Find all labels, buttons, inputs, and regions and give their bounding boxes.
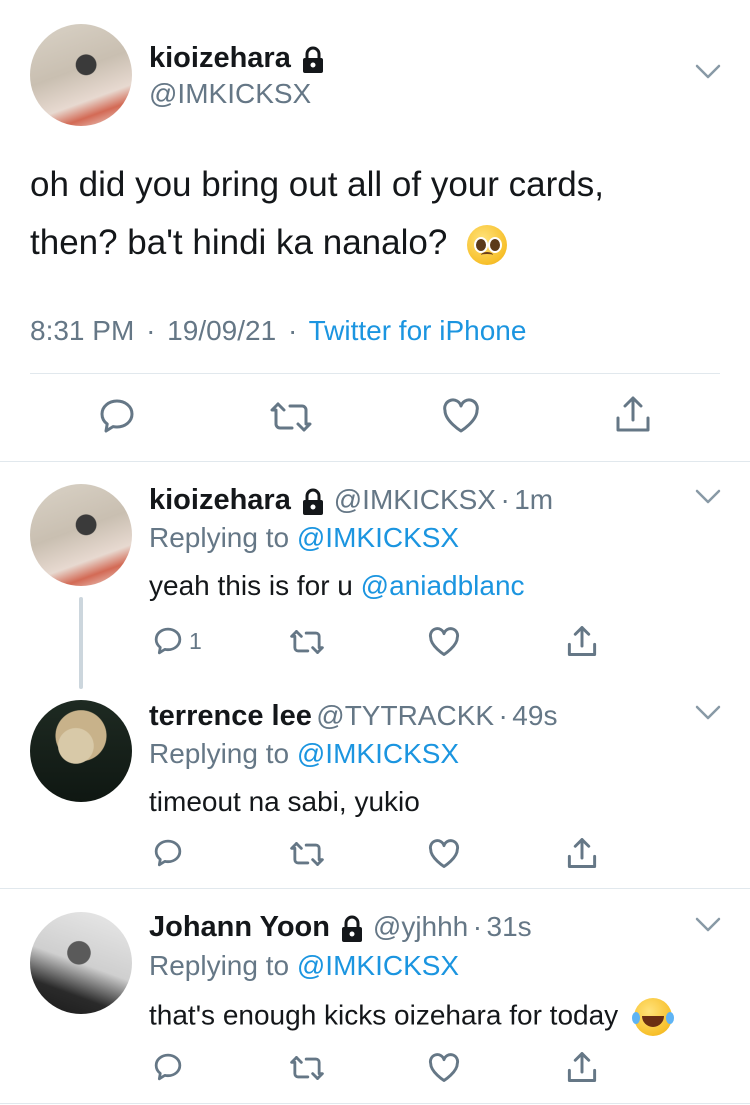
separator: · [472,911,483,942]
mention-link[interactable]: @aniadblanc [361,570,525,601]
reply-icon[interactable] [98,397,136,435]
lock-icon [301,46,325,79]
reply-icon[interactable] [153,838,183,868]
like-icon[interactable] [442,398,480,434]
reply-icon[interactable] [153,626,183,656]
replying-to: Replying to @IMKICKSX [149,950,459,982]
tweet-meta: 8:31 PM · 19/09/21 · Twitter for iPhone [30,315,526,347]
lock-icon [340,915,364,948]
reply-icon[interactable] [153,1052,183,1082]
like-icon[interactable] [428,627,460,657]
divider [0,888,750,889]
replying-to-label: Replying to [149,522,290,553]
replying-to-label: Replying to [149,738,290,769]
tweet-text-line1: oh did you bring out all of your cards, [30,165,604,204]
separator: · [287,315,298,346]
reply-text: that's enough kicks oizehara for today [149,998,674,1036]
avatar[interactable] [30,484,132,586]
tweet-text-line2-content: then? ba't hindi ka nanalo? [30,223,448,262]
reply-text-content: that's enough kicks oizehara for today [149,999,619,1031]
share-icon[interactable] [566,624,598,658]
display-name[interactable]: Johann Yoon [149,911,330,943]
handle[interactable]: @TYTRACKK [316,700,494,731]
display-name[interactable]: terrence lee [149,700,312,732]
thread-connector [79,597,83,689]
avatar[interactable] [30,24,132,126]
tweet-age: 1m [514,484,554,515]
avatar[interactable] [30,912,132,1014]
reply-header: terrence lee @TYTRACKK · 49s [149,700,557,733]
separator: · [146,315,156,346]
reply-header: kioizehara @IMKICKSX · 1m [149,484,553,521]
retweet-icon[interactable] [290,628,324,656]
separator: · [500,484,510,515]
reply-text: yeah this is for u @aniadblanc [149,570,525,602]
replying-to: Replying to @IMKICKSX [149,522,459,554]
chevron-down-icon[interactable] [695,705,721,721]
divider [0,1103,750,1104]
replying-to-label: Replying to [149,950,290,981]
lock-icon [301,488,325,521]
separator: · [498,700,508,731]
handle[interactable]: @IMKICKSX [149,78,311,110]
pleading-face-emoji-icon [467,224,508,265]
share-icon[interactable] [614,394,652,434]
tweet-author[interactable]: kioizehara [149,42,325,79]
divider [0,461,750,462]
chevron-down-icon[interactable] [695,64,721,80]
like-icon[interactable] [428,1053,460,1083]
replying-to-link[interactable]: @IMKICKSX [297,950,459,981]
retweet-icon[interactable] [290,840,324,868]
like-icon[interactable] [428,839,460,869]
tweet-source-link[interactable]: Twitter for iPhone [309,315,527,346]
laughing-tears-emoji-icon [631,998,674,1036]
handle[interactable]: @IMKICKSX [334,484,496,515]
share-icon[interactable] [566,1050,598,1084]
retweet-icon[interactable] [290,1054,324,1082]
reply-text: timeout na sabi, yukio [149,786,420,817]
tweet-age: 49s [512,700,558,731]
handle[interactable]: @yjhhh [373,911,468,942]
avatar[interactable] [30,700,132,802]
display-name[interactable]: kioizehara [149,484,291,516]
replying-to-link[interactable]: @IMKICKSX [297,522,459,553]
display-name[interactable]: kioizehara [149,42,291,74]
divider [30,373,720,374]
tweet-date: 19/09/21 [167,315,277,346]
tweet-text-line2: then? ba't hindi ka nanalo? [30,214,508,272]
tweet-age: 31s [486,911,532,942]
replying-to: Replying to @IMKICKSX [149,738,459,770]
share-icon[interactable] [566,836,598,870]
tweet-time: 8:31 PM [30,315,135,346]
chevron-down-icon[interactable] [695,489,721,505]
chevron-down-icon[interactable] [695,917,721,933]
replying-to-link[interactable]: @IMKICKSX [297,738,459,769]
reply-count: 1 [189,628,202,654]
retweet-icon[interactable] [270,400,312,434]
reply-text-content: yeah this is for u [149,570,353,601]
reply-header: Johann Yoon @yjhhh · 31s [149,911,532,948]
